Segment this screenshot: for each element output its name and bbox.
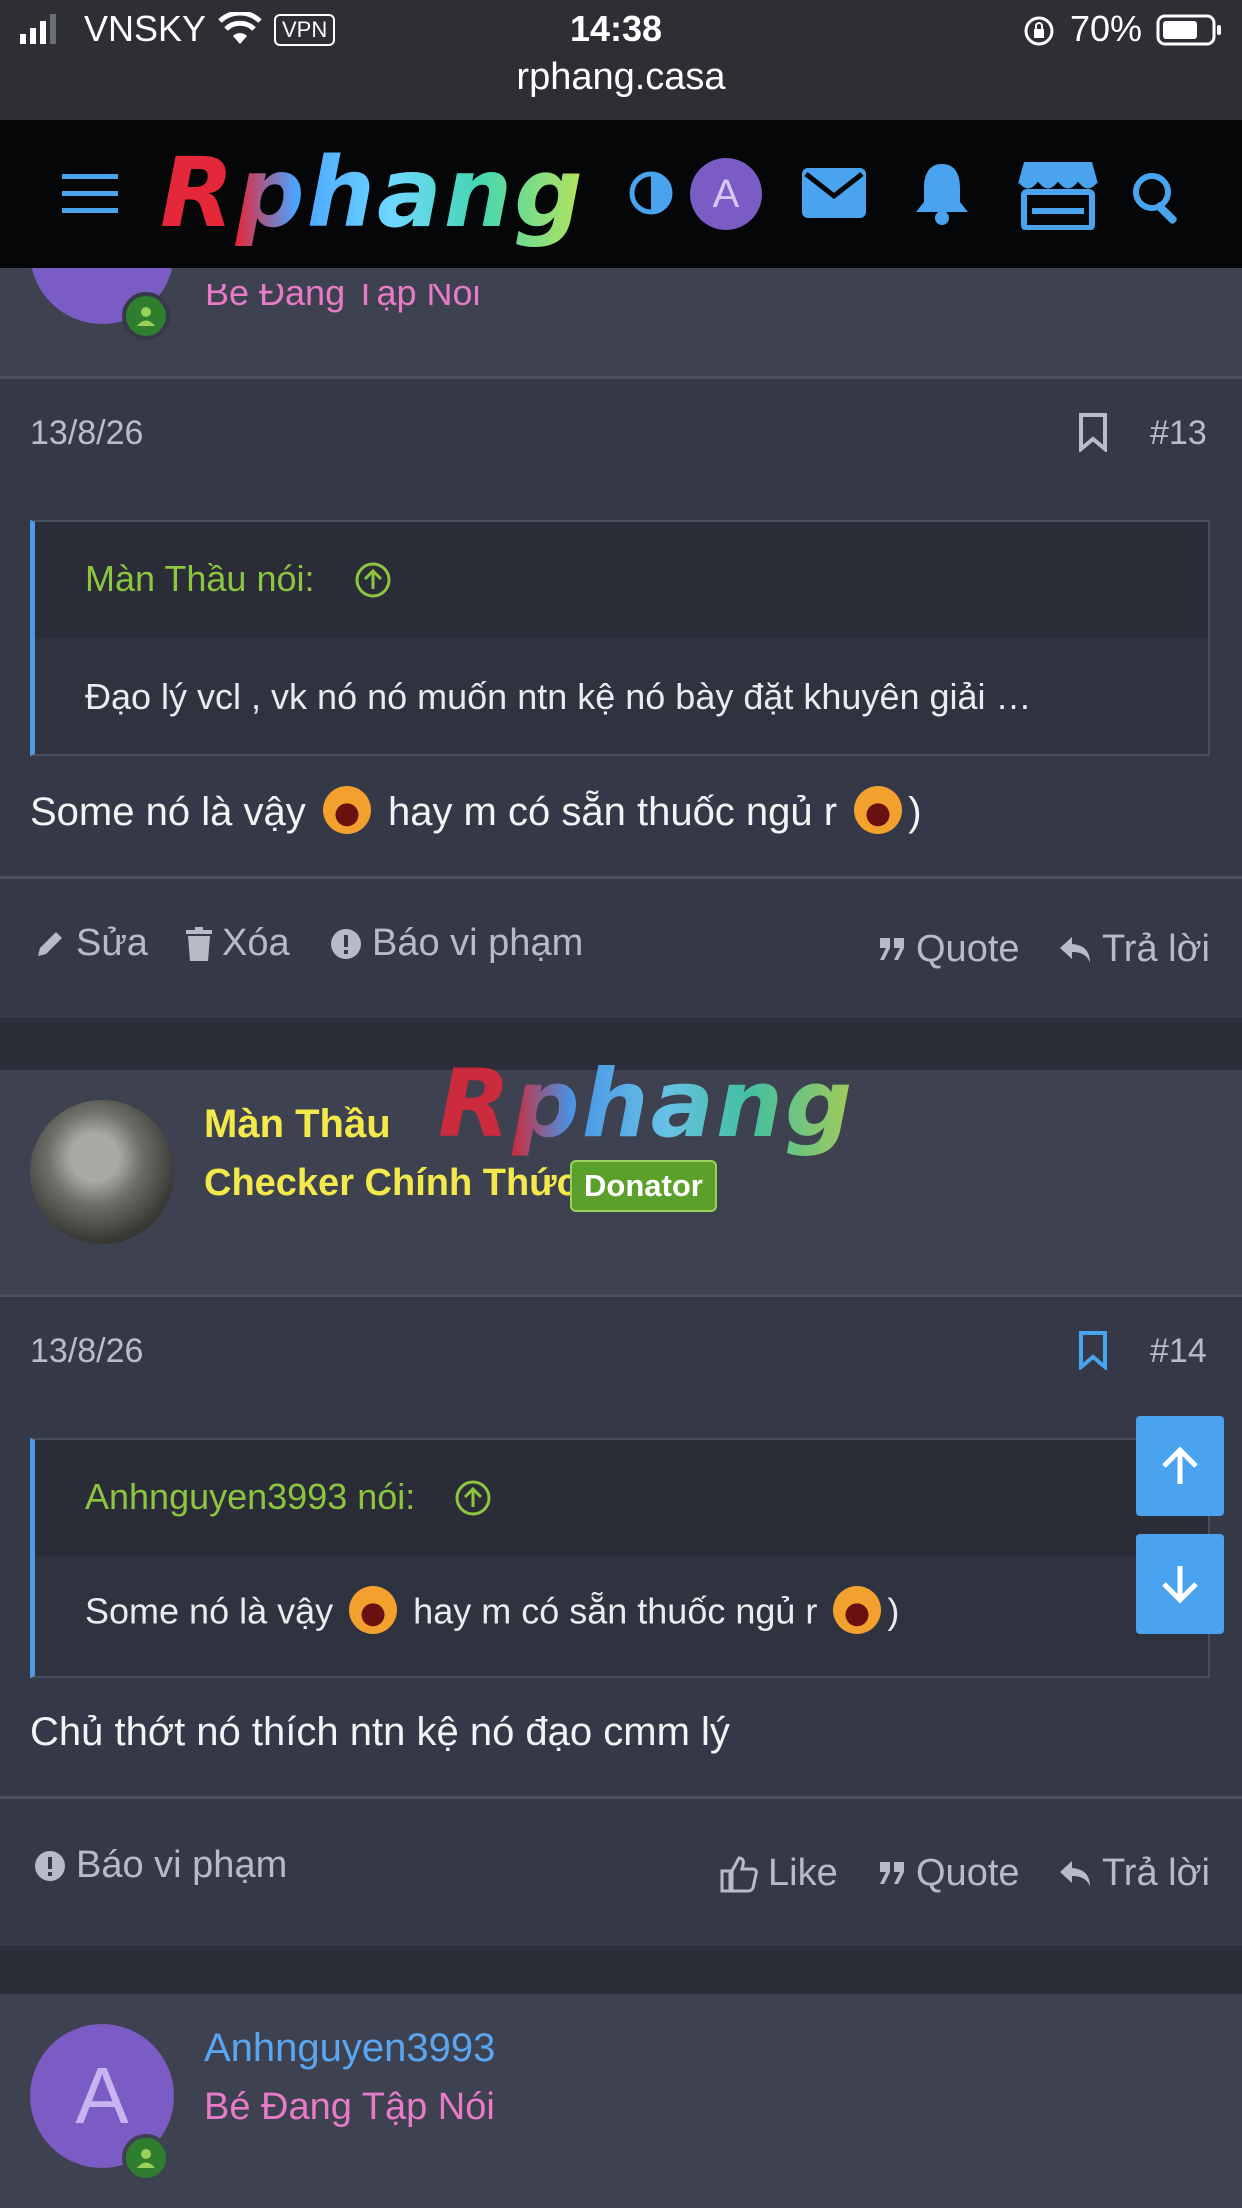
reply-button[interactable]: Trả lời [1058,1852,1210,1895]
post-message-part: Some nó là vậy [30,790,306,834]
quote-text: Some nó là vậy hay m có sẵn thuốc ngủ r … [85,1586,900,1638]
donator-badge: Donator [570,1160,717,1212]
thumbs-up-icon [720,1855,758,1892]
quote-block: Màn Thầu nói: Đạo lý vcl , vk nó nó muốn… [30,520,1210,756]
trash-icon [186,926,212,961]
reply-label: Trả lời [1102,1852,1210,1894]
user-avatar[interactable]: A [690,158,762,230]
user-title: Bé Đang Tập Nói [204,2086,495,2128]
quote-header[interactable]: Anhnguyen3993 nói: [35,1440,1208,1556]
post-number[interactable]: #14 [1150,1332,1207,1371]
quote-label: Quote [916,928,1020,970]
bell-icon[interactable] [912,160,972,231]
vpn-badge: VPN [274,14,336,46]
carrier-label: VNSKY [84,8,207,49]
online-status-icon [122,2134,170,2182]
edit-button[interactable]: Sửa [34,922,148,965]
reply-icon [1060,1860,1090,1887]
quote-text-part: ) [887,1590,900,1632]
report-label: Báo vi phạm [76,1844,288,1886]
shocked-emoji-icon [833,1586,882,1634]
post-message: Some nó là vậy hay m có sẵn thuốc ngủ r … [30,786,922,838]
scroll-bottom-button[interactable] [1136,1534,1224,1634]
post-date[interactable]: 13/8/26 [30,1332,143,1371]
scroll-top-button[interactable] [1136,1416,1224,1516]
shocked-emoji-icon [349,1586,398,1634]
battery-icon [1156,14,1222,51]
wifi-icon [218,10,262,51]
rotation-lock-icon [1022,14,1056,53]
site-logo[interactable]: Rphang [160,138,585,248]
edit-label: Sửa [76,922,148,964]
quote-header[interactable]: Màn Thầu nói: [35,522,1208,638]
post-number[interactable]: #13 [1150,414,1207,453]
signal-icon [20,14,60,44]
alert-icon [331,928,361,959]
arrow-down-icon [1162,1566,1198,1604]
report-button[interactable]: Báo vi phạm [34,1844,287,1887]
report-label: Báo vi phạm [372,922,584,964]
store-icon[interactable] [1016,158,1100,235]
clock: 14:38 [570,8,663,49]
pencil-icon [38,931,62,956]
divider [0,1294,1242,1297]
contrast-icon[interactable] [628,170,674,221]
quote-label: Quote [916,1852,1020,1894]
like-label: Like [768,1852,838,1894]
quote-icon [880,1861,904,1884]
reply-icon [1060,936,1090,963]
top-navbar: Rphang A [0,120,1242,268]
quote-button[interactable]: Quote [880,928,1020,971]
shocked-emoji-icon [854,786,903,835]
quote-text-part: hay m có sẵn thuốc ngủ r [413,1590,818,1632]
quote-author[interactable]: Anhnguyen3993 nói: [85,1476,415,1518]
delete-label: Xóa [222,922,290,964]
divider [0,1796,1242,1799]
quote-text: Đạo lý vcl , vk nó nó muốn ntn kệ nó bày… [85,676,1032,717]
quote-author[interactable]: Màn Thầu nói: [85,558,314,600]
bookmark-icon[interactable] [1078,412,1108,457]
quote-block: Anhnguyen3993 nói: Some nó là vậy hay m … [30,1438,1210,1678]
battery-percent: 70% [1070,8,1143,49]
avatar[interactable] [30,1100,174,1244]
bookmark-icon[interactable] [1078,1330,1108,1375]
divider [0,376,1242,379]
menu-icon[interactable] [62,174,118,219]
arrow-up-circle-icon[interactable] [453,1478,493,1523]
quote-text-part: Some nó là vậy [85,1590,334,1632]
arrow-up-icon [1162,1446,1198,1484]
url-bar[interactable]: rphang.casa [0,56,1242,99]
arrow-up-circle-icon[interactable] [353,560,393,605]
reply-label: Trả lời [1102,928,1210,970]
status-bar: VNSKY VPN 14:38 70% rphang.casa [0,0,1242,120]
reply-button[interactable]: Trả lời [1058,928,1210,971]
quote-icon [880,937,904,960]
post-13-header-partial [0,268,1242,378]
like-button[interactable]: Like [720,1852,838,1895]
divider [0,876,1242,879]
quote-button[interactable]: Quote [880,1852,1020,1895]
search-icon[interactable] [1130,170,1186,231]
user-title: Checker Chính Thức [204,1162,578,1204]
report-button[interactable]: Báo vi phạm [330,922,583,965]
online-status-icon [122,292,170,340]
username[interactable]: Màn Thầu [204,1102,391,1147]
post-message-part: ) [908,790,922,834]
post-15-header [0,1994,1242,2208]
delete-button[interactable]: Xóa [186,922,290,965]
post-message-part: hay m có sẵn thuốc ngủ r [387,790,838,834]
post-date[interactable]: 13/8/26 [30,414,143,453]
post-message: Chủ thớt nó thích ntn kệ nó đạo cmm lý [30,1710,730,1754]
watermark-logo: Rphang [438,1050,855,1159]
mail-icon[interactable] [802,168,866,223]
shocked-emoji-icon [322,786,371,835]
alert-icon [35,1850,65,1881]
username[interactable]: Anhnguyen3993 [204,2026,495,2071]
